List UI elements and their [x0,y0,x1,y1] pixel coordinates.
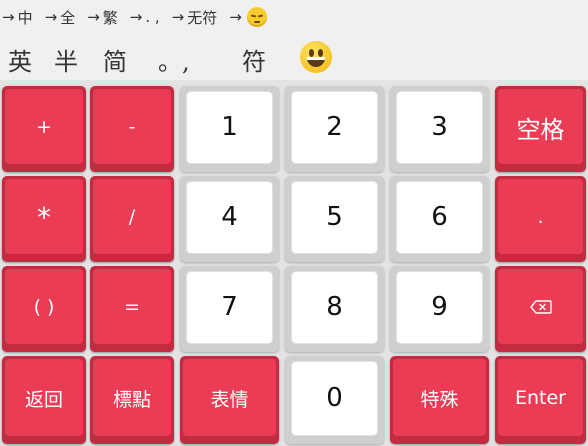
key-label: 1 [221,112,238,142]
arrow-right-icon: → [2,8,15,26]
arrow-right-icon: → [229,8,242,26]
digit-9-key[interactable]: 9 [390,266,489,352]
key-label: ( ) [33,296,55,318]
grinning-face-icon[interactable] [300,41,332,73]
punctuation-key[interactable]: 標點 [90,356,174,444]
key-label: + [36,116,52,138]
hint-item: → 繁 [87,7,118,28]
equals-key[interactable]: = [90,266,174,352]
digit-0-key[interactable]: 0 [285,356,384,444]
plus-key[interactable]: + [2,86,86,172]
hint-item: → 中 [2,7,33,28]
key-label: 表情 [210,388,249,411]
arrow-right-icon: → [129,8,143,26]
arrow-right-icon: → [171,8,185,26]
digit-8-key[interactable]: 8 [285,266,384,352]
emoji-key[interactable]: 表情 [180,356,279,444]
script-toggle[interactable]: 简 [103,42,127,77]
divide-key[interactable]: / [90,176,174,262]
key-label: 4 [221,202,238,232]
key-label: 6 [431,202,448,232]
key-label: Enter [515,387,566,409]
hint-label: 繁 [102,8,118,27]
key-label: 8 [326,292,343,322]
key-label: 返回 [24,388,63,411]
key-label: . [537,206,544,228]
key-label: 9 [431,292,448,322]
hint-label: 无符 [187,8,218,27]
parentheses-key[interactable]: ( ) [2,266,86,352]
language-toggle[interactable]: 英 [8,42,32,77]
multiply-key[interactable]: * [2,176,86,262]
digit-2-key[interactable]: 2 [285,86,384,172]
mode-toggle-bar: 英 半 简 。, 符 [0,34,588,80]
enter-key[interactable]: Enter [495,356,586,444]
hint-item: → 无符 [172,7,218,28]
digit-7-key[interactable]: 7 [180,266,279,352]
digit-5-key[interactable]: 5 [285,176,384,262]
key-label: 標點 [112,388,151,411]
digit-6-key[interactable]: 6 [390,176,489,262]
key-label: = [124,296,140,318]
key-label: 0 [326,383,343,413]
mode-hint-bar: → 中 → 全 → 繁 → . , → 无符 → [0,0,588,34]
punctuation-toggle[interactable]: 。, [158,42,190,77]
key-label: 5 [326,202,343,232]
key-label: 2 [326,112,343,142]
hint-label: . , [145,8,160,26]
key-label: 空格 [516,115,565,144]
backspace-key[interactable] [495,266,586,352]
hint-item: → [229,7,267,27]
key-label: - [128,116,136,138]
space-key[interactable]: 空格 [495,86,586,172]
digit-4-key[interactable]: 4 [180,176,279,262]
hint-item: → 全 [45,7,76,28]
unamused-face-icon [246,7,267,27]
back-key[interactable]: 返回 [2,356,86,444]
digit-3-key[interactable]: 3 [390,86,489,172]
numeric-keyboard: + - 1 2 3 空格 * / 4 5 6 . ( ) = 7 8 9 返回 … [0,84,588,446]
digit-1-key[interactable]: 1 [180,86,279,172]
special-key[interactable]: 特殊 [390,356,489,444]
key-label: / [128,206,136,228]
dot-key[interactable]: . [495,176,586,262]
arrow-right-icon: → [87,8,100,26]
key-label: 3 [431,112,448,142]
key-label: * [37,200,51,234]
key-label: 7 [221,292,238,322]
hint-label: 中 [17,8,33,27]
hint-label: 全 [60,8,76,27]
symbol-toggle[interactable]: 符 [242,42,266,77]
backspace-icon [529,300,552,314]
arrow-right-icon: → [44,8,58,26]
key-label: 特殊 [420,388,459,411]
width-toggle[interactable]: 半 [54,42,78,77]
hint-item: → . , [130,8,160,26]
minus-key[interactable]: - [90,86,174,172]
